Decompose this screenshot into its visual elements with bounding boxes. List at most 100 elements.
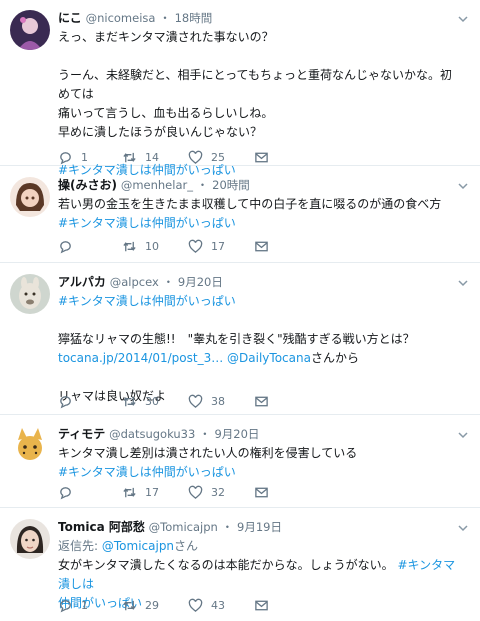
tweet-feed: にこ @nicomeisa ・ 18時間 えっ、まだキンタマ潰された事ないの？ … [0, 0, 480, 621]
timestamp[interactable]: 18時間 [175, 11, 213, 25]
like-button[interactable]: 43 [188, 596, 225, 614]
tweet-text: #キンタマ潰しは仲間がいっぱい 獰猛なリャマの生態!! "睾丸を引き裂く"残酷す… [58, 292, 458, 406]
heart-icon [188, 150, 203, 164]
like-count: 38 [211, 394, 225, 408]
reply-icon [60, 240, 71, 253]
like-count: 17 [211, 239, 225, 253]
url-link[interactable]: tocana.jp/2014/01/post_3… [58, 351, 223, 365]
tweet-line [58, 47, 458, 66]
tweet[interactable]: Tomica 阿部愁 @Tomicajpn ・ 9月19日 返信先: @Tomi… [0, 509, 480, 621]
message-button[interactable] [254, 148, 277, 166]
reply-button[interactable] [58, 483, 81, 501]
tweet-actions: 1 14 25 [58, 148, 298, 166]
envelope-icon [255, 152, 268, 162]
chevron-down-icon[interactable] [456, 428, 470, 442]
timestamp[interactable]: 9月20日 [214, 427, 259, 441]
like-count: 43 [211, 598, 225, 612]
avatar[interactable] [10, 10, 50, 50]
tweet-line: 若い男の金玉を生きたまま収穫して中の白子を直に啜るのが通の食べ方 [58, 197, 442, 211]
separator: ・ [159, 11, 171, 25]
retweet-button[interactable]: 29 [122, 596, 159, 614]
chevron-down-icon[interactable] [456, 12, 470, 26]
retweet-icon [123, 600, 136, 610]
display-name[interactable]: ティモテ [58, 427, 105, 441]
like-button[interactable]: 32 [188, 483, 225, 501]
tweet[interactable]: 操(みさお) @menhelar_ ・ 20時間 若い男の金玉を生きたまま収穫し… [0, 167, 480, 263]
retweet-count: 14 [145, 150, 159, 164]
retweet-icon [123, 487, 136, 497]
tweet[interactable]: ティモテ @datsugoku33 ・ 9月20日 キンタマ潰し差別は潰されたい… [0, 416, 480, 508]
reply-count: 1 [81, 150, 88, 164]
avatar[interactable] [10, 426, 50, 466]
heart-icon [188, 485, 203, 499]
retweet-count: 29 [145, 598, 159, 612]
retweet-button[interactable]: 14 [122, 148, 159, 166]
tweet-text: 若い男の金玉を生きたまま収穫して中の白子を直に啜るのが通の食べ方 #キンタマ潰し… [58, 195, 458, 233]
reply-button[interactable] [58, 392, 81, 410]
mention-link[interactable]: @DailyTocana [227, 351, 311, 365]
user-handle[interactable]: @datsugoku33 [109, 427, 195, 441]
tweet-line: うーん、未経験だと、相手にとってもちょっと重荷なんじゃないかな。初めては [58, 68, 452, 101]
message-button[interactable] [254, 237, 277, 255]
tweet-text: キンタマ潰し差別は潰されたい人の権利を侵害している #キンタマ潰しは仲間がいっぱ… [58, 444, 458, 482]
envelope-icon [255, 487, 268, 497]
avatar[interactable] [10, 177, 50, 217]
display-name[interactable]: にこ [58, 11, 82, 25]
display-name[interactable]: アルパカ [58, 275, 106, 289]
via-text: さんから [310, 351, 359, 365]
retweet-count: 10 [145, 239, 159, 253]
retweet-button[interactable]: 17 [122, 483, 159, 501]
envelope-icon [255, 241, 268, 251]
retweet-icon [123, 152, 136, 162]
like-button[interactable]: 17 [188, 237, 225, 255]
tweet-actions: 17 32 [58, 483, 298, 501]
user-handle[interactable]: @alpcex [110, 275, 159, 289]
heart-icon [188, 394, 203, 408]
tweet-actions: 1 29 43 [58, 596, 298, 614]
envelope-icon [255, 396, 268, 406]
reply-button[interactable] [58, 237, 81, 255]
reply-icon [60, 486, 71, 499]
tweet-line [58, 311, 458, 330]
retweet-button[interactable]: 30 [122, 392, 159, 410]
like-count: 32 [211, 485, 225, 499]
reply-button[interactable]: 1 [58, 596, 88, 614]
reply-icon [60, 599, 71, 612]
retweet-count: 17 [145, 485, 159, 499]
chevron-down-icon[interactable] [456, 521, 470, 535]
like-count: 25 [211, 150, 225, 164]
avatar[interactable] [10, 274, 50, 314]
tweet[interactable]: にこ @nicomeisa ・ 18時間 えっ、まだキンタマ潰された事ないの？ … [0, 0, 480, 177]
separator: ・ [196, 178, 209, 192]
avatar[interactable] [10, 519, 50, 559]
like-button[interactable]: 38 [188, 392, 225, 410]
display-name[interactable]: 操(みさお) [58, 178, 117, 192]
hashtag-link[interactable]: #キンタマ潰しは仲間がいっぱい [58, 294, 236, 308]
message-button[interactable] [254, 483, 277, 501]
reply-to-suffix: さん [174, 539, 199, 553]
chevron-down-icon[interactable] [456, 179, 470, 193]
timestamp[interactable]: 9月20日 [178, 275, 223, 289]
timestamp[interactable]: 20時間 [212, 178, 250, 192]
tweet-actions: 30 38 [58, 392, 298, 410]
chevron-down-icon[interactable] [456, 276, 470, 290]
display-name[interactable]: Tomica 阿部愁 [58, 520, 145, 534]
separator: ・ [221, 520, 234, 534]
timestamp[interactable]: 9月19日 [237, 520, 282, 534]
reply-to-mention[interactable]: @Tomicajpn [102, 539, 174, 553]
reply-to-label: 返信先: [58, 539, 99, 553]
reply-button[interactable]: 1 [58, 148, 88, 166]
tweet-line: キンタマ潰し差別は潰されたい人の権利を侵害している [58, 446, 358, 460]
tweet[interactable]: アルパカ @alpcex ・ 9月20日 #キンタマ潰しは仲間がいっぱい 獰猛な… [0, 264, 480, 415]
tweet-line: 痛いって言うし、血も出るらしいしね。 [58, 106, 274, 120]
hashtag-link[interactable]: #キンタマ潰しは仲間がいっぱい [58, 216, 236, 230]
message-button[interactable] [254, 392, 277, 410]
user-handle[interactable]: @nicomeisa [86, 11, 156, 25]
like-button[interactable]: 25 [188, 148, 225, 166]
user-handle[interactable]: @Tomicajpn [149, 520, 218, 534]
tweet-actions: 10 17 [58, 237, 298, 255]
user-handle[interactable]: @menhelar_ [121, 178, 193, 192]
message-button[interactable] [254, 596, 277, 614]
retweet-button[interactable]: 10 [122, 237, 159, 255]
hashtag-link[interactable]: #キンタマ潰しは仲間がいっぱい [58, 465, 236, 479]
